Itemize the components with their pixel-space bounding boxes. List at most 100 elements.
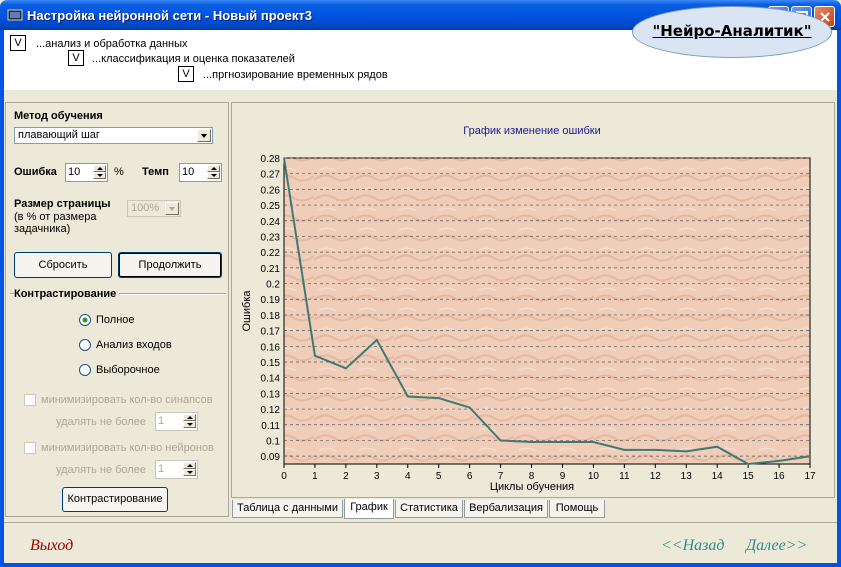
page-size-select: 100%: [127, 200, 181, 217]
delete-max-spinner-1: 1: [155, 412, 198, 431]
y-tick-label: 0.18: [261, 311, 281, 322]
radio-full-label: Полное: [96, 314, 135, 326]
spin-down-icon: [183, 421, 196, 428]
method-label: Метод обучения: [14, 110, 103, 122]
error-value: 10: [68, 166, 81, 178]
tab-data-table[interactable]: Таблица с данными: [232, 500, 343, 518]
radio-input-analysis-label: Анализ входов: [96, 339, 172, 351]
delete-max-spinner-2: 1: [155, 460, 198, 479]
spin-up-icon[interactable]: [93, 165, 106, 172]
x-tick-label: 17: [804, 471, 816, 482]
page-size-note-1: (в % от размера: [14, 211, 97, 223]
chevron-down-icon: [165, 202, 179, 215]
y-tick-label: 0.09: [261, 452, 281, 463]
x-tick-label: 15: [743, 471, 755, 482]
x-tick-label: 5: [436, 471, 442, 482]
y-tick-label: 0.26: [261, 185, 281, 196]
y-tick-label: 0.1: [266, 436, 280, 447]
check-classification[interactable]: V: [68, 50, 84, 66]
chevron-down-icon[interactable]: [197, 129, 211, 142]
method-value: плавающий шаг: [18, 129, 100, 141]
radio-full[interactable]: [79, 314, 91, 326]
delete-max-value-2: 1: [158, 463, 165, 475]
y-tick-label: 0.15: [261, 358, 281, 369]
back-link[interactable]: <<Назад: [661, 537, 724, 555]
y-tick-label: 0.25: [261, 201, 281, 212]
y-tick-label: 0.13: [261, 389, 281, 400]
app-icon: [7, 9, 23, 21]
chart-title: График изменение ошибки: [463, 125, 600, 137]
y-tick-label: 0.24: [261, 217, 281, 228]
y-axis-label: Ошибка: [241, 290, 253, 332]
x-tick-label: 2: [343, 471, 349, 482]
y-tick-label: 0.17: [261, 327, 281, 338]
x-tick-label: 4: [405, 471, 411, 482]
spin-up-icon: [183, 414, 196, 421]
min-synapses-label: минимизировать кол-во синапсов: [41, 394, 213, 406]
x-tick-labels: 0 1 2 3 4 5 6 7 8 9 10 11 12 13 14 15 16 17: [281, 464, 816, 482]
x-tick-label: 3: [374, 471, 380, 482]
spin-up-icon[interactable]: [207, 165, 220, 172]
y-tick-label: 0.14: [261, 374, 281, 385]
spin-up-icon: [183, 462, 196, 469]
check-forecasting[interactable]: V: [178, 66, 194, 82]
x-tick-label: 16: [773, 471, 785, 482]
radio-input-analysis[interactable]: [79, 339, 91, 351]
y-tick-label: 0.21: [261, 264, 281, 275]
window-title: Настройка нейронной сети - Новый проект3: [27, 8, 312, 23]
page-size-note-2: задачника): [14, 223, 71, 235]
check-classification-label: ...классификация и оценка показателей: [92, 53, 295, 65]
check-analysis[interactable]: V: [10, 35, 26, 51]
delete-max-value-1: 1: [158, 415, 165, 427]
exit-link[interactable]: Выход: [30, 537, 73, 555]
tempo-label: Темп: [142, 166, 169, 178]
y-tick-label: 0.16: [261, 342, 281, 353]
error-label: Ошибка: [14, 166, 57, 178]
y-tick-labels: 0.09 0.1 0.11 0.12 0.13 0.14 0.15 0.16 0.17 0.18 0…: [261, 154, 281, 463]
min-synapses-checkbox: [24, 394, 36, 406]
y-tick-label: 0.2: [266, 280, 280, 291]
tab-statistics[interactable]: Статистика: [395, 500, 463, 518]
spin-down-icon[interactable]: [207, 172, 220, 179]
y-tick-label: 0.19: [261, 295, 281, 306]
y-tick-label: 0.27: [261, 170, 281, 181]
error-unit: %: [114, 166, 124, 178]
min-neurons-checkbox: [24, 442, 36, 454]
x-tick-label: 11: [619, 471, 630, 482]
radio-selective-label: Выборочное: [96, 364, 160, 376]
contrast-button[interactable]: Контрастирование: [62, 487, 168, 512]
y-tick-label: 0.28: [261, 154, 281, 165]
check-forecasting-label: ...пргнозирование временных рядов: [203, 69, 388, 81]
reset-button[interactable]: Сбросить: [14, 252, 112, 278]
tempo-value: 10: [182, 166, 195, 178]
delete-max-label-2: удалять не более: [56, 464, 146, 476]
continue-button[interactable]: Продолжить: [118, 252, 222, 278]
tab-help[interactable]: Помощь: [549, 500, 605, 518]
brand-name: "Нейро-Аналитик": [652, 22, 812, 40]
error-spinner[interactable]: 10: [65, 163, 108, 182]
next-link[interactable]: Далее>>: [746, 537, 807, 555]
method-select[interactable]: плавающий шаг: [14, 127, 213, 144]
x-tick-label: 13: [681, 471, 693, 482]
contrast-title: Контрастирование: [14, 288, 120, 300]
spin-down-icon: [183, 469, 196, 476]
tab-graph[interactable]: График: [344, 499, 394, 519]
tab-verbalization[interactable]: Вербализация: [464, 500, 548, 518]
page-size-label: Размер страницы: [14, 198, 111, 210]
page-size-value: 100%: [131, 202, 160, 214]
plot-area: [283, 157, 811, 465]
delete-max-label-1: удалять не более: [56, 416, 146, 428]
error-chart: График изменение ошибки 0.090.10.110.120…: [241, 125, 816, 493]
x-tick-label: 14: [712, 471, 724, 482]
y-tick-label: 0.12: [261, 405, 281, 416]
x-axis-label: Циклы обучения: [490, 481, 574, 493]
x-tick-label: 0: [281, 471, 287, 482]
x-tick-label: 6: [467, 471, 473, 482]
brand-logo: "Нейро-Аналитик": [632, 6, 832, 58]
x-tick-label: 1: [312, 471, 318, 482]
y-tick-label: 0.11: [261, 421, 280, 432]
spin-down-icon[interactable]: [93, 172, 106, 179]
tempo-spinner[interactable]: 10: [179, 163, 222, 182]
radio-selective[interactable]: [79, 364, 91, 376]
x-tick-label: 12: [650, 471, 662, 482]
